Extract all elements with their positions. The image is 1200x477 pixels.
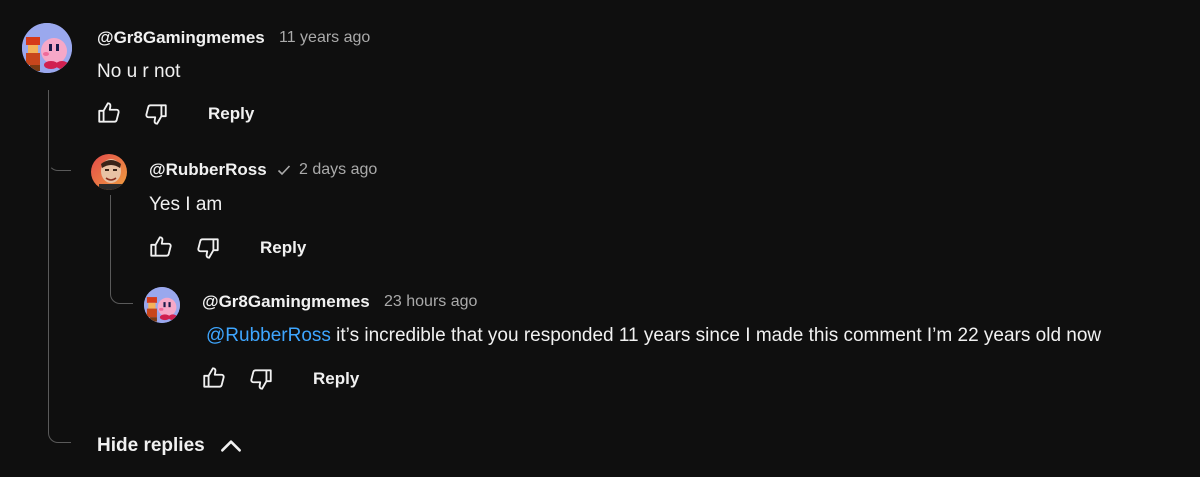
reply-author-handle[interactable]: @RubberRoss xyxy=(149,160,267,180)
chevron-up-icon[interactable] xyxy=(218,433,244,459)
thumbs-up-icon xyxy=(98,102,120,123)
reply-text: Yes I am xyxy=(149,194,223,215)
reply-author-handle[interactable]: @Gr8Gamingmemes xyxy=(202,292,370,312)
avatar[interactable] xyxy=(91,154,127,190)
like-button[interactable] xyxy=(201,365,227,391)
reply-timestamp[interactable]: 23 hours ago xyxy=(384,293,477,311)
comment-author-handle[interactable]: @Gr8Gamingmemes xyxy=(97,28,265,48)
thread-line-main xyxy=(48,90,71,443)
like-button[interactable] xyxy=(96,100,122,126)
thread-line-branch-1 xyxy=(48,150,71,171)
dislike-button[interactable] xyxy=(248,366,274,392)
reply-timestamp[interactable]: 2 days ago xyxy=(299,161,377,179)
checkmark-icon xyxy=(277,165,291,176)
reply-text: @RubberRoss it’s incredible that you res… xyxy=(206,325,1101,347)
comment-text: No u r not xyxy=(97,61,181,82)
profile-photo-icon xyxy=(91,154,127,190)
kirby-avatar-icon xyxy=(144,287,180,323)
reply-button[interactable]: Reply xyxy=(313,369,359,389)
avatar[interactable] xyxy=(144,287,180,323)
mention-link[interactable]: @RubberRoss xyxy=(206,325,331,346)
dislike-button[interactable] xyxy=(195,235,221,261)
avatar[interactable] xyxy=(22,23,72,73)
dislike-button[interactable] xyxy=(143,101,169,127)
thumbs-down-icon xyxy=(145,104,167,125)
thread-line-nested xyxy=(110,195,133,304)
like-button[interactable] xyxy=(148,234,174,260)
thumbs-down-icon xyxy=(250,369,272,390)
reply-button[interactable]: Reply xyxy=(260,238,306,258)
hide-replies-label: Hide replies xyxy=(97,435,205,456)
reply-body: it’s incredible that you responded 11 ye… xyxy=(330,325,1102,346)
comment-timestamp[interactable]: 11 years ago xyxy=(279,29,370,47)
reply-button[interactable]: Reply xyxy=(208,104,254,124)
thumbs-down-icon xyxy=(197,238,219,259)
thumbs-up-icon xyxy=(150,236,172,257)
kirby-avatar-icon xyxy=(22,23,72,73)
hide-replies-button[interactable]: Hide replies xyxy=(97,435,205,457)
thumbs-up-icon xyxy=(203,367,225,388)
